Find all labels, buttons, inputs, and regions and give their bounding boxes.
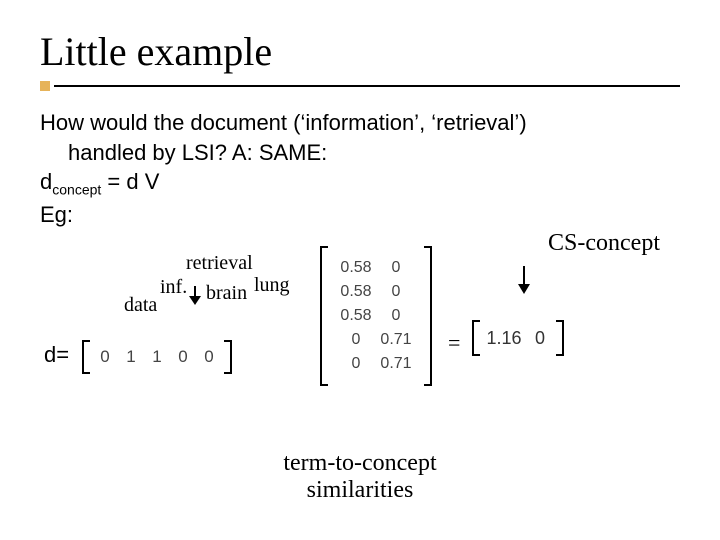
body-text: How would the document (‘information’, ‘… bbox=[40, 109, 680, 228]
formula-sub: concept bbox=[52, 181, 101, 197]
cell: 0.58 bbox=[336, 307, 376, 325]
cell: 0 bbox=[376, 307, 416, 325]
formula-rest: = d V bbox=[101, 169, 159, 194]
figure: CS-concept retrieval inf. brain lung dat… bbox=[40, 230, 680, 490]
cell: 0 bbox=[376, 283, 416, 301]
label-brain: brain bbox=[206, 282, 247, 305]
matrix-result: 1.16 0 bbox=[472, 320, 564, 356]
body-line-1: How would the document (‘information’, ‘… bbox=[40, 109, 680, 137]
bracket-left-icon bbox=[472, 320, 482, 356]
cell: 0 bbox=[196, 343, 222, 371]
matrix-v-cells: 0.580 0.580 0.580 00.71 00.71 bbox=[330, 246, 422, 386]
formula-line: dconcept = d V bbox=[40, 168, 680, 199]
matrix-v: 0.580 0.580 0.580 00.71 00.71 bbox=[320, 246, 432, 386]
caption-line-2: similarities bbox=[40, 477, 680, 504]
body-line-2: handled by LSI? A: SAME: bbox=[68, 139, 680, 167]
slide-title: Little example bbox=[40, 28, 680, 75]
title-underline bbox=[40, 81, 680, 91]
cell: 1 bbox=[118, 343, 144, 371]
label-lung: lung bbox=[254, 274, 290, 297]
equals-sign: = bbox=[448, 330, 460, 356]
cs-concept-label: CS-concept bbox=[548, 230, 660, 257]
cell: 0.71 bbox=[376, 331, 416, 349]
accent-square bbox=[40, 81, 50, 91]
cell: 0 bbox=[336, 355, 376, 373]
formula-d: d bbox=[40, 169, 52, 194]
cell: 0 bbox=[92, 343, 118, 371]
label-retrieval: retrieval bbox=[186, 252, 253, 275]
bracket-right-icon bbox=[554, 320, 564, 356]
figure-caption: term-to-concept similarities bbox=[40, 450, 680, 504]
eg-label: Eg: bbox=[40, 201, 680, 229]
matrix-d: 0 1 1 0 0 bbox=[82, 340, 232, 374]
label-inf: inf. bbox=[160, 276, 187, 299]
cell: 0 bbox=[170, 343, 196, 371]
horizontal-rule bbox=[54, 85, 680, 87]
cell: 0.58 bbox=[336, 283, 376, 301]
arrow-down-icon bbox=[518, 266, 530, 294]
cell: 1.16 bbox=[482, 323, 526, 353]
cell: 0 bbox=[336, 331, 376, 349]
bracket-right-icon bbox=[222, 340, 232, 374]
cell: 0 bbox=[526, 323, 554, 353]
arrow-down-icon bbox=[189, 286, 201, 306]
d-equals-label: d= bbox=[44, 342, 69, 368]
cell: 0.58 bbox=[336, 259, 376, 277]
slide: Little example How would the document (‘… bbox=[0, 0, 720, 540]
label-data: data bbox=[124, 294, 157, 317]
cell: 1 bbox=[144, 343, 170, 371]
caption-line-1: term-to-concept bbox=[40, 450, 680, 477]
cell: 0 bbox=[376, 259, 416, 277]
matrix-d-cells: 0 1 1 0 0 bbox=[92, 340, 222, 374]
bracket-left-icon bbox=[320, 246, 330, 386]
bracket-right-icon bbox=[422, 246, 432, 386]
bracket-left-icon bbox=[82, 340, 92, 374]
matrix-result-cells: 1.16 0 bbox=[482, 320, 554, 356]
cell: 0.71 bbox=[376, 355, 416, 373]
title-block: Little example bbox=[40, 28, 680, 75]
